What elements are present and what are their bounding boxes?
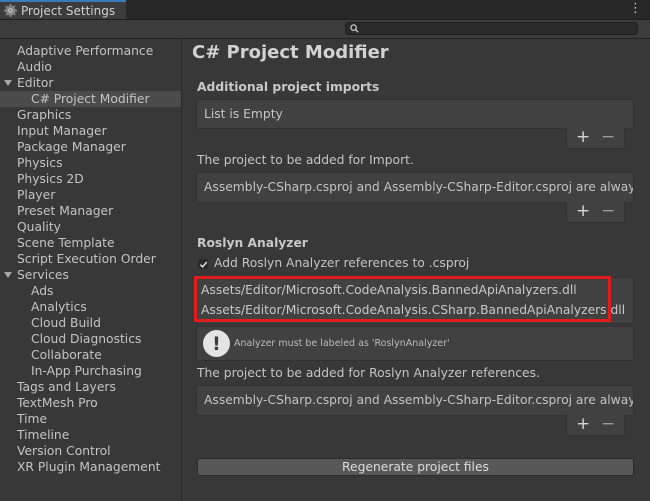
- sidebar-item-label: Script Execution Order: [17, 252, 156, 266]
- sidebar-item[interactable]: Time: [0, 411, 181, 427]
- analyzer-desc-field[interactable]: Assembly-CSharp.csproj and Assembly-CSha…: [196, 385, 634, 416]
- sidebar-item-label: Services: [17, 268, 69, 282]
- import-desc-controls: + −: [566, 202, 625, 223]
- sidebar-item-label: Cloud Build: [31, 316, 101, 330]
- sidebar-item-label: Graphics: [17, 108, 72, 122]
- search-icon: [350, 24, 359, 33]
- sidebar-item[interactable]: Input Manager: [0, 123, 181, 139]
- sidebar-item[interactable]: Physics 2D: [0, 171, 181, 187]
- sidebar-item[interactable]: TextMesh Pro: [0, 395, 181, 411]
- sidebar-item[interactable]: Player: [0, 187, 181, 203]
- sidebar-item[interactable]: Services: [0, 267, 181, 283]
- sidebar-item-label: Cloud Diagnostics: [31, 332, 142, 346]
- sidebar-item-label: Physics 2D: [17, 172, 84, 186]
- sidebar-item[interactable]: In-App Purchasing: [0, 363, 181, 379]
- kebab-menu-icon[interactable]: ⋮: [629, 1, 642, 17]
- sidebar-item[interactable]: Tags and Layers: [0, 379, 181, 395]
- roslyn-checkbox-label: Add Roslyn Analyzer references to .cspro…: [214, 256, 470, 270]
- sidebar-item-label: Physics: [17, 156, 63, 170]
- sidebar-item-label: Adaptive Performance: [17, 44, 154, 58]
- sidebar-item[interactable]: Cloud Diagnostics: [0, 331, 181, 347]
- imports-header: Additional project imports: [197, 80, 380, 94]
- checkmark-icon: [199, 261, 207, 268]
- sidebar-item-label: In-App Purchasing: [31, 364, 142, 378]
- sidebar-item-label: Quality: [17, 220, 61, 234]
- sidebar-item-label: Tags and Layers: [17, 380, 116, 394]
- sidebar-item-label: TextMesh Pro: [17, 396, 98, 410]
- regenerate-button[interactable]: Regenerate project files: [197, 458, 634, 476]
- sidebar-item[interactable]: Script Execution Order: [0, 251, 181, 267]
- sidebar-item-label: C# Project Modifier: [31, 92, 150, 106]
- import-desc-field[interactable]: Assembly-CSharp.csproj and Assembly-CSha…: [196, 172, 634, 203]
- sidebar-item-label: Collaborate: [31, 348, 102, 362]
- help-box: ! Analyzer must be labeled as 'RoslynAna…: [196, 326, 634, 361]
- imports-list-controls: + −: [566, 128, 625, 149]
- expand-arrow-icon[interactable]: [4, 80, 12, 86]
- sidebar-item-label: Audio: [17, 60, 52, 74]
- sidebar-item[interactable]: Analytics: [0, 299, 181, 315]
- search-input[interactable]: [345, 22, 638, 35]
- sidebar-item[interactable]: Ads: [0, 283, 181, 299]
- warning-icon: !: [203, 330, 230, 357]
- sidebar-item[interactable]: Physics: [0, 155, 181, 171]
- sidebar-item-label: Time: [17, 412, 48, 426]
- imports-remove-button[interactable]: −: [601, 128, 615, 147]
- sidebar-item[interactable]: C# Project Modifier: [0, 91, 181, 107]
- sidebar-item[interactable]: Adaptive Performance: [0, 43, 181, 59]
- sidebar-item-label: Scene Template: [17, 236, 115, 250]
- sidebar-item[interactable]: Package Manager: [0, 139, 181, 155]
- sidebar-item-label: Preset Manager: [17, 204, 114, 218]
- sidebar-item-label: Analytics: [31, 300, 87, 314]
- settings-content: C# Project Modifier Additional project i…: [182, 39, 650, 501]
- expand-arrow-icon[interactable]: [4, 272, 12, 278]
- import-add-button[interactable]: +: [576, 202, 590, 221]
- sidebar-item-label: Timeline: [17, 428, 70, 442]
- sidebar-item-label: Input Manager: [17, 124, 107, 138]
- sidebar-item-label: Version Control: [17, 444, 111, 458]
- roslyn-checkbox[interactable]: [198, 259, 208, 269]
- import-remove-button[interactable]: −: [601, 202, 615, 221]
- analyzer-desc-label: The project to be added for Roslyn Analy…: [197, 366, 540, 380]
- sidebar-item-label: XR Plugin Management: [17, 460, 161, 474]
- sidebar-item[interactable]: Editor: [0, 75, 181, 91]
- tab-title: Project Settings: [21, 3, 116, 18]
- sidebar-item[interactable]: Collaborate: [0, 347, 181, 363]
- toolbar: [0, 20, 650, 39]
- sidebar-item[interactable]: Quality: [0, 219, 181, 235]
- title-bar: Project Settings ⋮: [0, 0, 650, 20]
- page-title: C# Project Modifier: [192, 42, 389, 63]
- gear-icon: [4, 4, 17, 17]
- imports-list[interactable]: List is Empty: [196, 99, 634, 129]
- sidebar-item[interactable]: Timeline: [0, 427, 181, 443]
- sidebar-item-label: Editor: [17, 76, 54, 90]
- import-desc-label: The project to be added for Import.: [197, 153, 414, 167]
- highlight-annotation: [194, 276, 611, 322]
- sidebar-item[interactable]: XR Plugin Management: [0, 459, 181, 475]
- analyzer-remove-button[interactable]: −: [601, 415, 615, 434]
- settings-sidebar: Adaptive Performance Audio Editor C# Projec…: [0, 39, 182, 501]
- sidebar-item[interactable]: Version Control: [0, 443, 181, 459]
- imports-list-empty-text: List is Empty: [204, 107, 283, 121]
- analyzer-desc-controls: + −: [566, 415, 625, 436]
- analyzer-desc-value: Assembly-CSharp.csproj and Assembly-CSha…: [204, 393, 633, 407]
- sidebar-item[interactable]: Audio: [0, 59, 181, 75]
- project-settings-tab[interactable]: Project Settings: [0, 0, 126, 19]
- sidebar-item[interactable]: Scene Template: [0, 235, 181, 251]
- sidebar-item-label: Package Manager: [17, 140, 126, 154]
- sidebar-item[interactable]: Preset Manager: [0, 203, 181, 219]
- analyzer-add-button[interactable]: +: [576, 415, 590, 434]
- sidebar-item[interactable]: Cloud Build: [0, 315, 181, 331]
- sidebar-item[interactable]: Graphics: [0, 107, 181, 123]
- sidebar-item-label: Player: [17, 188, 56, 202]
- help-message: Analyzer must be labeled as 'RoslynAnaly…: [234, 338, 450, 349]
- imports-add-button[interactable]: +: [576, 128, 590, 147]
- import-desc-value: Assembly-CSharp.csproj and Assembly-CSha…: [204, 180, 633, 194]
- sidebar-item-label: Ads: [31, 284, 54, 298]
- roslyn-header: Roslyn Analyzer: [197, 236, 308, 250]
